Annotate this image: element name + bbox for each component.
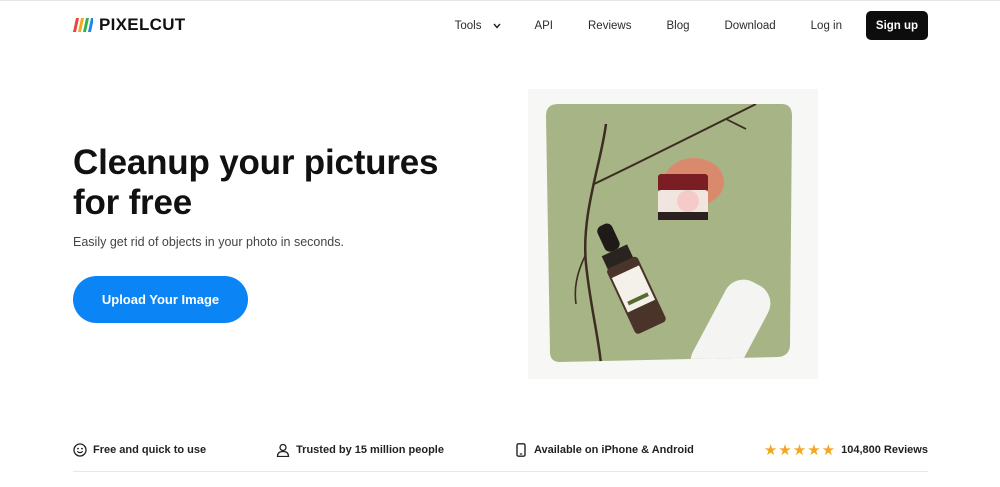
phone-icon xyxy=(516,443,526,457)
feature-trusted-label: Trusted by 15 million people xyxy=(296,444,444,456)
feature-available: Available on iPhone & Android xyxy=(514,443,694,457)
feature-free: Free and quick to use xyxy=(73,443,206,457)
divider xyxy=(73,471,928,472)
feature-available-label: Available on iPhone & Android xyxy=(533,444,694,456)
hero-subtitle: Easily get rid of objects in your photo … xyxy=(73,235,344,249)
nav-reviews-link[interactable]: Reviews xyxy=(588,20,631,32)
feature-trusted: Trusted by 15 million people xyxy=(276,443,444,457)
nav-links: Tools API Reviews Blog Download Log in S… xyxy=(455,11,928,40)
product-photo-image xyxy=(546,104,792,362)
nav-blog-link[interactable]: Blog xyxy=(666,20,689,32)
brand-name: PIXELCUT xyxy=(99,15,186,34)
hero-image-container xyxy=(528,89,818,379)
feature-free-label: Free and quick to use xyxy=(93,444,207,456)
star-icon: ★ xyxy=(821,441,836,459)
star-icon: ★ xyxy=(807,441,821,459)
hero-title-line2: for free xyxy=(73,183,192,222)
person-icon xyxy=(276,443,290,457)
nav-download-link[interactable]: Download xyxy=(725,20,776,32)
rating-stars: ★ ★ ★ ★ ★ xyxy=(764,443,835,458)
nav-login-link[interactable]: Log in xyxy=(811,20,842,32)
signup-button[interactable]: Sign up xyxy=(866,11,928,40)
feature-reviews-label: 104,800 Reviews xyxy=(841,444,928,456)
feature-strip: Free and quick to use Trusted by 15 mill… xyxy=(73,439,928,461)
pixelcut-logo-icon xyxy=(73,18,93,32)
chevron-down-icon xyxy=(493,23,501,29)
upload-image-button[interactable]: Upload Your Image xyxy=(73,276,248,323)
nav-tools-label: Tools xyxy=(454,19,482,32)
brand-logo[interactable]: PIXELCUT xyxy=(73,15,185,35)
hero-title-line1: Cleanup your pictures xyxy=(73,143,439,182)
nav-api-link[interactable]: API xyxy=(534,20,553,32)
feature-reviews[interactable]: ★ ★ ★ ★ ★ 104,800 Reviews xyxy=(764,443,928,458)
star-icon: ★ xyxy=(763,441,778,459)
star-icon: ★ xyxy=(792,441,807,459)
smiley-icon xyxy=(73,443,87,457)
top-nav: PIXELCUT Tools API Reviews Blog Download… xyxy=(0,1,1000,49)
star-icon: ★ xyxy=(778,441,792,459)
nav-tools-dropdown[interactable]: Tools xyxy=(455,20,502,32)
hero-title: Cleanup your pictures for free xyxy=(73,143,493,223)
